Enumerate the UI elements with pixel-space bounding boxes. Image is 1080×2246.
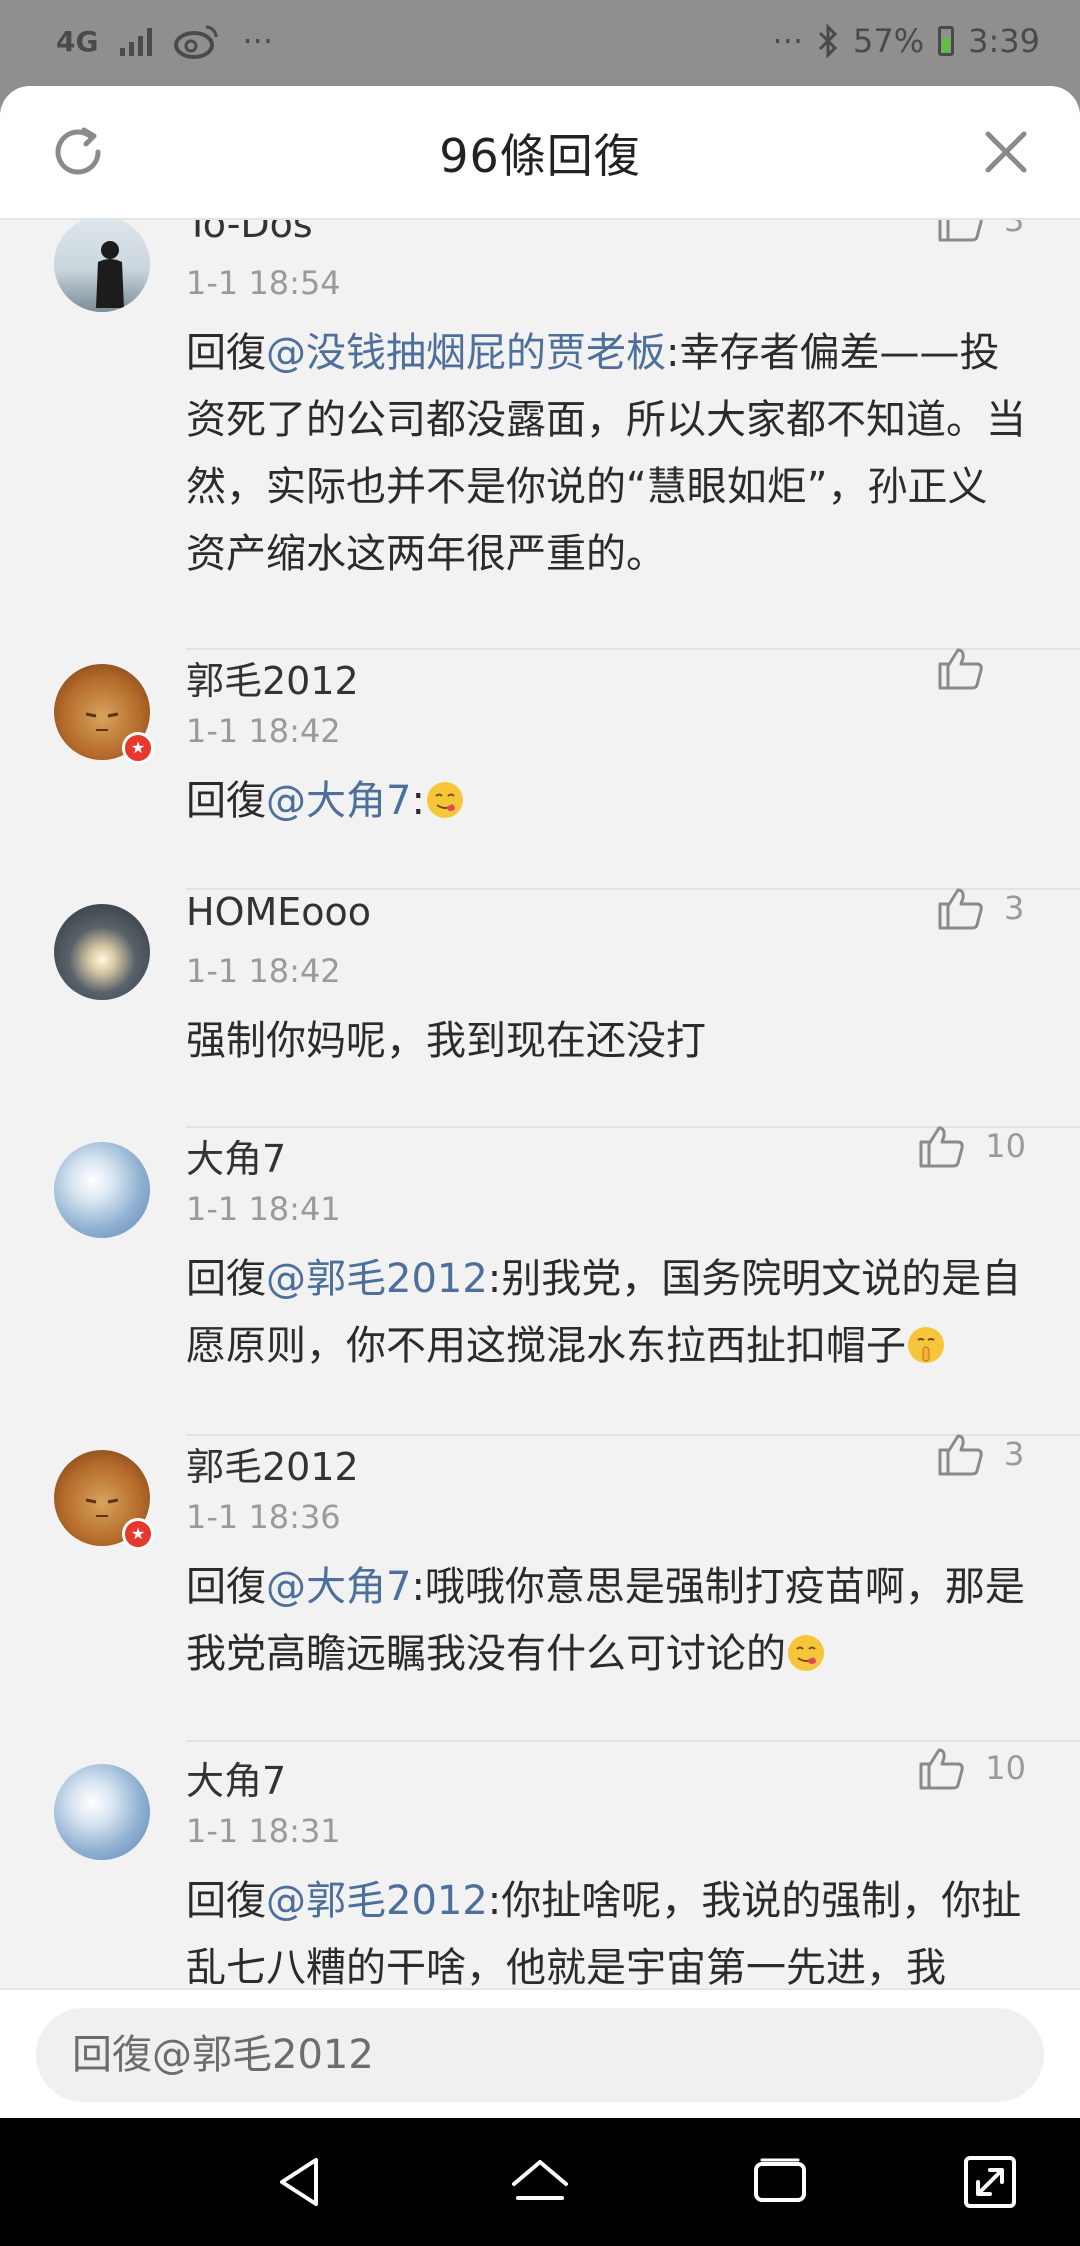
username[interactable]: 大角7 xyxy=(186,1750,286,1805)
username[interactable]: To-Dos xyxy=(186,218,313,246)
shushing-face-emoji-icon xyxy=(908,1327,944,1363)
thumbs-up-icon xyxy=(919,1126,964,1168)
comment-text: 回復@没钱抽烟屁的贾老板:幸存者偏差——投资死了的公司都没露面，所以大家都不知道… xyxy=(186,320,1026,588)
avatar[interactable] xyxy=(54,1142,150,1238)
reply-prefix: 回復 xyxy=(186,330,266,376)
avatar[interactable] xyxy=(54,1764,150,1860)
sheet-header: 96條回復 xyxy=(0,86,1080,220)
comment-item: 大角7 1-1 18:41 10 回復@郭毛2012:别我党，国务院明文说的是自… xyxy=(0,1126,1080,1436)
yum-face-emoji-icon xyxy=(426,782,463,818)
comment-item: To-Dos 1-1 18:54 3 回復@没钱抽烟屁的贾老板:幸存者偏差——投… xyxy=(0,218,1080,650)
comment-item: HOMEooo 1-1 18:42 3 强制你妈呢，我到现在还没打 xyxy=(0,888,1080,1128)
reply-prefix: 回復 xyxy=(186,1878,266,1924)
replies-sheet: 96條回復 To-Dos 1-1 18:54 3 回復@没钱抽烟屁的贾老板:幸存… xyxy=(0,86,1080,2118)
avatar[interactable] xyxy=(54,904,150,1000)
like-button[interactable]: 3 xyxy=(936,886,1026,930)
mention-link[interactable]: @大角7 xyxy=(266,1564,411,1610)
comment-body: : xyxy=(411,778,425,824)
signal-icon xyxy=(120,26,153,56)
more-notifications-dots: ··· xyxy=(242,22,273,60)
like-count: 3 xyxy=(1004,889,1025,927)
comment-text: 回復@郭毛2012:别我党，国务院明文说的是自愿原则，你不用这搅混水东拉西扯扣帽… xyxy=(186,1246,1026,1380)
timestamp: 1-1 18:36 xyxy=(186,1498,341,1536)
mention-link[interactable]: @郭毛2012 xyxy=(266,1256,488,1302)
timestamp: 1-1 18:54 xyxy=(186,264,341,302)
timestamp: 1-1 18:42 xyxy=(186,952,341,990)
username[interactable]: 郭毛2012 xyxy=(186,1436,359,1491)
network-type: 4G xyxy=(56,24,99,58)
mention-link[interactable]: @没钱抽烟屁的贾老板 xyxy=(266,330,666,376)
like-button[interactable]: 10 xyxy=(917,1124,1026,1168)
sheet-title: 96條回復 xyxy=(439,129,641,183)
status-bar: 4G ··· ··· 57% 3:39 xyxy=(0,0,1080,88)
like-count: 10 xyxy=(985,1749,1026,1787)
comment-text: 回復@大角7: xyxy=(186,768,1026,835)
like-count: 3 xyxy=(1004,1435,1025,1473)
avatar[interactable]: ★ xyxy=(54,664,154,764)
timestamp: 1-1 18:41 xyxy=(186,1190,341,1228)
reply-bar: 回復@郭毛2012 xyxy=(0,1988,1080,2118)
avatar[interactable] xyxy=(54,218,150,312)
timestamp: 1-1 18:31 xyxy=(186,1812,341,1850)
comment-item: ★ 郭毛2012 1-1 18:42 回復@大角7: xyxy=(0,648,1080,890)
reply-prefix: 回復 xyxy=(186,1564,266,1610)
home-icon[interactable] xyxy=(508,2150,572,2214)
like-count: 3 xyxy=(1004,218,1025,239)
expand-icon[interactable] xyxy=(958,2150,1022,2214)
comment-body: 强制你妈呢，我到现在还没打 xyxy=(186,1018,706,1064)
thumbs-up-icon xyxy=(938,648,983,690)
comment-text: 强制你妈呢，我到现在还没打 xyxy=(186,1008,1026,1075)
status-bar-left: 4G ··· xyxy=(56,22,273,60)
mention-link[interactable]: @大角7 xyxy=(266,778,411,824)
verified-badge-icon: ★ xyxy=(122,732,154,764)
verified-badge-icon: ★ xyxy=(122,1518,154,1550)
navigation-bar xyxy=(0,2118,1080,2246)
comment-item: 大角7 1-1 18:31 10 回復@郭毛2012:你扯啥呢，我说的强制，你扯… xyxy=(0,1748,1080,1988)
close-icon[interactable] xyxy=(980,126,1032,178)
comment-text: 回復@大角7:哦哦你意思是强制打疫苗啊，那是我党高瞻远瞩我没有什么可讨论的 xyxy=(186,1554,1026,1688)
weibo-icon xyxy=(174,25,218,59)
reply-prefix: 回復 xyxy=(186,778,266,824)
thumbs-up-icon xyxy=(938,218,983,242)
username[interactable]: 郭毛2012 xyxy=(186,650,359,705)
reply-input[interactable]: 回復@郭毛2012 xyxy=(36,2008,1044,2102)
avatar[interactable]: ★ xyxy=(54,1450,154,1550)
recent-apps-icon[interactable] xyxy=(748,2150,812,2214)
bluetooth-icon xyxy=(818,24,838,58)
thumbs-up-icon xyxy=(919,1748,964,1790)
username[interactable]: 大角7 xyxy=(186,1128,286,1183)
comment-list[interactable]: To-Dos 1-1 18:54 3 回復@没钱抽烟屁的贾老板:幸存者偏差——投… xyxy=(0,218,1080,1988)
thumbs-up-icon xyxy=(938,888,983,930)
like-button[interactable]: 3 xyxy=(936,218,1026,242)
clock: 3:39 xyxy=(968,22,1040,60)
like-button[interactable]: 3 xyxy=(936,1432,1026,1476)
comment-text: 回復@郭毛2012:你扯啥呢，我说的强制，你扯乱七八糟的干啥，他就是宇宙第一先进… xyxy=(186,1868,1026,1988)
thumbs-up-icon xyxy=(938,1434,983,1476)
battery-icon xyxy=(938,26,955,56)
comment-item: ★ 郭毛2012 1-1 18:36 3 回復@大角7:哦哦你意思是强制打疫苗啊… xyxy=(0,1434,1080,1742)
timestamp: 1-1 18:42 xyxy=(186,712,341,750)
mention-link[interactable]: @郭毛2012 xyxy=(266,1878,488,1924)
back-icon[interactable] xyxy=(268,2150,332,2214)
more-dots: ··· xyxy=(772,22,804,60)
battery-percent: 57% xyxy=(853,22,925,60)
divider xyxy=(186,1740,1080,1742)
like-count: 10 xyxy=(985,1127,1026,1165)
reply-prefix: 回復 xyxy=(186,1256,266,1302)
like-button[interactable]: 10 xyxy=(917,1746,1026,1790)
username[interactable]: HOMEooo xyxy=(186,890,371,934)
status-bar-right: ··· 57% 3:39 xyxy=(773,22,1041,60)
like-button[interactable] xyxy=(936,646,1026,690)
yum-face-emoji-icon xyxy=(788,1635,824,1671)
